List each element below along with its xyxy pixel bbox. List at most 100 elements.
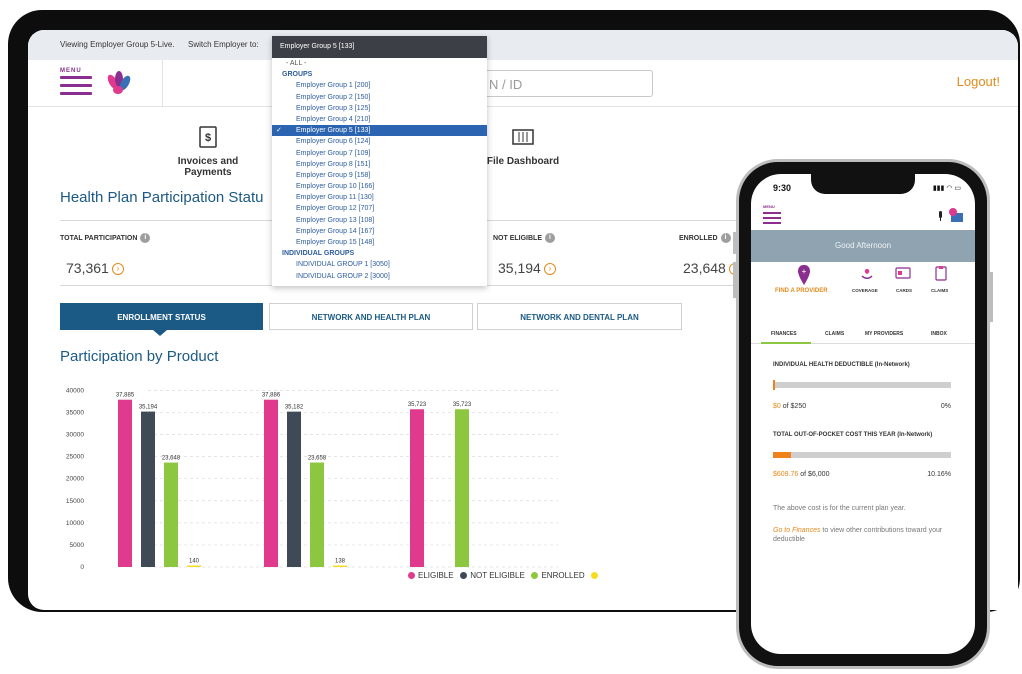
dashboard-icon — [512, 129, 534, 145]
data-label: 35,182 — [285, 405, 304, 411]
oop-title: TOTAL OUT-OF-POCKET COST THIS YEAR (In-N… — [773, 432, 933, 438]
dropdown-option[interactable]: Employer Group 12 [707] — [272, 203, 487, 214]
menu-button[interactable]: MENU — [28, 60, 163, 107]
phone-menu-button[interactable]: MENU — [763, 204, 781, 224]
cards-icon — [895, 267, 911, 279]
refresh-arrow-icon[interactable]: › — [543, 263, 556, 276]
y-tick-label: 40000 — [66, 387, 84, 394]
data-label: 37,885 — [116, 393, 135, 399]
quick-tiles: + FIND A PROVIDER COVERAGE CARDS CLAIMS — [751, 262, 975, 312]
dropdown-option-all[interactable]: - ALL - — [272, 58, 487, 69]
dropdown-option[interactable]: Employer Group 6 [124] — [272, 136, 487, 147]
dropdown-option[interactable]: INDIVIDUAL GROUP 1 [3050] — [272, 259, 487, 270]
map-pin-icon: + — [798, 265, 810, 285]
legend-not-eligible: NOT ELIGIBLE — [460, 571, 525, 580]
logout-link[interactable]: Logout! — [957, 74, 1000, 89]
tab-claims[interactable]: CLAIMS — [825, 331, 844, 337]
phone-side-button — [990, 272, 993, 322]
y-tick-label: 10000 — [66, 520, 84, 527]
data-label: 23,658 — [308, 456, 327, 462]
top-bar: Viewing Employer Group 5-Live. Switch Em… — [28, 30, 1018, 60]
deductible-percent: 0% — [940, 403, 951, 410]
legend-other — [591, 571, 601, 580]
not-eligible-value: 35,194 › — [498, 260, 556, 276]
y-tick-label: 35000 — [66, 409, 84, 416]
participation-bar-chart: 0 5000 10000 15000 20000 25000 30000 35000 40000… — [66, 387, 558, 570]
coverage-tile[interactable]: COVERAGE — [852, 288, 878, 293]
oop-amount: $609.76 of $6,000 — [773, 471, 830, 478]
svg-text:+: + — [802, 267, 807, 276]
dropdown-option[interactable]: Employer Group 9 [158] — [272, 170, 487, 181]
tab-my-providers[interactable]: MY PROVIDERS — [865, 331, 903, 337]
dropdown-option[interactable]: Employer Group 7 [109] — [272, 148, 487, 159]
dropdown-option[interactable]: Employer Group 3 [125] — [272, 103, 487, 114]
coverage-icon — [861, 269, 873, 279]
not-eligible-label: NOT ELIGIBLE i — [493, 233, 555, 243]
dropdown-option[interactable]: Employer Group 1 [200] — [272, 80, 487, 91]
brand-logo — [107, 71, 131, 94]
dropdown-option[interactable]: Employer Group 2 [150] — [272, 92, 487, 103]
data-label: 35,723 — [453, 402, 472, 408]
deductible-title: INDIVIDUAL HEALTH DEDUCTIBLE (In-Network… — [773, 362, 910, 368]
bar-vision-0 — [410, 409, 424, 567]
dropdown-selected-value[interactable]: Employer Group 5 [133] — [272, 36, 487, 58]
tab-network-dental-plan[interactable]: NETWORK AND DENTAL PLAN — [477, 303, 682, 330]
dropdown-group-header: GROUPS — [282, 71, 313, 79]
phone-screen: 9:30 ▮▮▮ ◠ ▭ MENU Good Afternoon + FIND … — [751, 174, 975, 654]
bar-vision-2 — [455, 409, 469, 567]
phone-side-button — [733, 232, 736, 254]
dropdown-option[interactable]: INDIVIDUAL GROUP 2 [3000] — [272, 271, 487, 282]
deductible-amount: $0 of $250 — [773, 403, 807, 410]
tab-enrollment-status[interactable]: ENROLLMENT STATUS — [60, 303, 263, 330]
bar-health-0 — [118, 399, 132, 567]
phone-tabs: FINANCES CLAIMS MY PROVIDERS INBOX — [751, 324, 975, 344]
info-icon[interactable]: i — [720, 233, 731, 243]
dropdown-option[interactable]: Employer Group 4 [210] — [272, 114, 487, 125]
dropdown-option[interactable]: Employer Group 15 [148] — [272, 237, 487, 248]
chart-title: Participation by Product — [60, 348, 219, 365]
info-icon[interactable]: i — [545, 233, 555, 243]
phone-time: 9:30 — [773, 183, 792, 193]
info-icon[interactable]: i — [140, 233, 151, 243]
bar-health-1 — [141, 411, 155, 567]
participation-title: Health Plan Participation Statu — [60, 189, 264, 206]
checkmark-icon: ✓ — [276, 127, 282, 135]
tab-network-health-plan[interactable]: NETWORK AND HEALTH PLAN — [269, 303, 473, 330]
data-label: 37,886 — [262, 393, 281, 399]
bar-dental-0 — [264, 399, 278, 567]
tab-finances[interactable]: FINANCES — [771, 331, 797, 337]
claims-icon — [935, 266, 947, 281]
finances-note: Go to Finances to view other contributio… — [773, 527, 943, 543]
oop-percent: 10.16% — [927, 471, 951, 478]
claims-tile[interactable]: CLAIMS — [931, 288, 948, 293]
data-label: 140 — [189, 559, 200, 565]
total-participation-label: TOTAL PARTICIPATION i — [60, 233, 151, 243]
employer-switch-dropdown[interactable]: Employer Group 5 [133] - ALL - GROUPS Empl… — [272, 36, 487, 286]
invoices-and-payments-link[interactable]: $ Invoices and Payments — [153, 126, 263, 178]
refresh-arrow-icon[interactable]: › — [111, 263, 124, 276]
dropdown-option[interactable]: Employer Group 14 [167] — [272, 226, 487, 237]
dropdown-group-header: INDIVIDUAL GROUPS — [282, 250, 355, 258]
find-provider-tile[interactable]: FIND A PROVIDER — [775, 288, 828, 294]
tab-inbox[interactable]: INBOX — [931, 331, 947, 337]
dropdown-option[interactable]: Employer Group 8 [151] — [272, 159, 487, 170]
y-tick-label: 30000 — [66, 432, 84, 439]
deductible-progress-bar — [773, 380, 951, 390]
dropdown-option[interactable]: Employer Group 13 [108] — [272, 215, 487, 226]
file-dashboard-link[interactable]: File Dashboard — [478, 126, 568, 167]
hamburger-icon — [60, 76, 92, 100]
cards-tile[interactable]: CARDS — [896, 288, 912, 293]
active-tab-underline — [761, 342, 811, 344]
mic-mail-icons[interactable] — [937, 208, 967, 224]
signal-wifi-battery-icon: ▮▮▮ ◠ ▭ — [932, 185, 961, 192]
y-tick-label: 15000 — [66, 498, 84, 505]
dropdown-options: - ALL - GROUPS Employer Group 1 [200] Emplo… — [272, 58, 487, 286]
y-tick-label: 25000 — [66, 454, 84, 461]
go-to-finances-link[interactable]: Go to Finances — [773, 527, 820, 534]
greeting-banner: Good Afternoon — [751, 230, 975, 262]
enrolled-label: ENROLLED i — [679, 233, 731, 243]
y-tick-label: 0 — [80, 564, 84, 570]
dropdown-option[interactable]: Employer Group 5 [133] ✓ — [272, 125, 487, 137]
dropdown-option[interactable]: Employer Group 10 [166] — [272, 181, 487, 192]
dropdown-option[interactable]: Employer Group 11 [130] — [272, 192, 487, 203]
